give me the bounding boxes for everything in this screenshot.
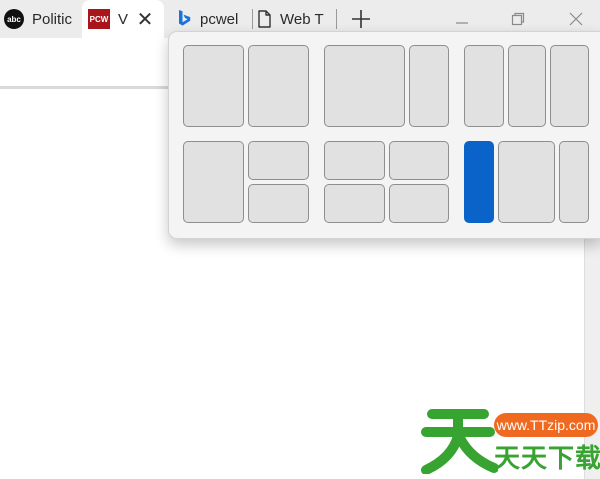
snap-zone[interactable] (508, 45, 546, 127)
tab-title: pcwel (200, 10, 239, 28)
restore-button[interactable] (503, 4, 533, 34)
snap-zone[interactable] (409, 45, 449, 127)
page-icon (258, 10, 271, 28)
minimize-icon (456, 22, 468, 24)
tab-title: Web T (280, 10, 324, 28)
snap-zone[interactable] (183, 45, 244, 127)
snap-zone[interactable] (464, 45, 504, 127)
minimize-button[interactable] (447, 4, 477, 34)
snap-zone[interactable] (550, 45, 589, 127)
watermark-site: www.TTzip.com (494, 413, 598, 437)
snap-zone[interactable] (498, 141, 555, 223)
close-window-button[interactable] (561, 4, 591, 34)
watermark-name: 天天下载 (494, 442, 600, 473)
snap-zone-selected[interactable] (464, 141, 494, 223)
restore-icon (511, 12, 525, 26)
snap-zone[interactable] (183, 141, 244, 223)
snap-zone[interactable] (324, 184, 385, 223)
ttzip-logo-icon (421, 409, 498, 474)
snap-layouts-flyout (168, 31, 600, 239)
snap-zone[interactable] (389, 184, 449, 223)
abc-news-logo-icon: abc (4, 9, 24, 29)
tab-politics[interactable]: abc Politic (4, 0, 80, 38)
snap-zone[interactable] (559, 141, 589, 223)
tab-separator (252, 9, 253, 29)
tab-separator (336, 9, 337, 29)
close-icon (569, 12, 583, 26)
new-tab-button[interactable] (346, 4, 376, 34)
plus-icon (352, 10, 370, 28)
pcworld-logo-icon: PCW (88, 9, 110, 29)
snap-zone[interactable] (324, 45, 405, 127)
tab-title: V (118, 10, 129, 28)
snap-zone[interactable] (324, 141, 385, 180)
snap-zone[interactable] (248, 141, 309, 180)
close-tab-icon[interactable]: ✕ (135, 0, 155, 38)
bing-logo-icon (179, 10, 191, 26)
snap-zone[interactable] (248, 45, 309, 127)
snap-zone[interactable] (248, 184, 309, 223)
tab-title: Politic (32, 10, 73, 28)
snap-zone[interactable] (389, 141, 449, 180)
